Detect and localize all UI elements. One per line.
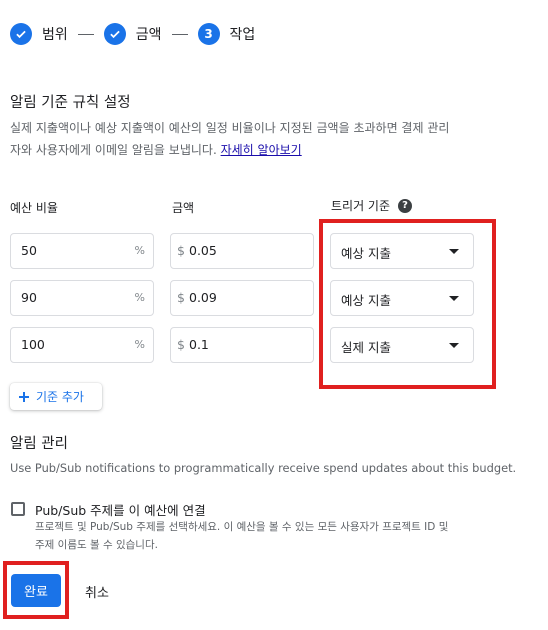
amount-value: 0.05 xyxy=(189,243,217,258)
help-line-1: 프로젝트 및 Pub/Sub 주제를 선택하세요. 이 예산을 볼 수 있는 모… xyxy=(35,521,449,533)
percent-value: 50 xyxy=(21,243,37,258)
header-trigger-label: 트리거 기준 xyxy=(331,199,391,213)
step-1-check-icon xyxy=(10,23,32,45)
step-3-label: 작업 xyxy=(229,27,256,43)
percent-input-3[interactable]: 100 % xyxy=(10,327,154,363)
description-text: 자와 사용자에게 이메일 알림을 보냅니다. xyxy=(10,143,217,157)
percent-value: 90 xyxy=(21,290,37,305)
amount-input-2[interactable]: $ 0.09 xyxy=(170,280,314,316)
step-2-check-icon xyxy=(103,23,126,45)
pubsub-description: Use Pub/Sub notifications to programmati… xyxy=(10,461,517,475)
step-divider xyxy=(171,33,188,35)
currency-prefix: $ xyxy=(177,290,185,305)
header-amount: 금액 xyxy=(172,201,195,215)
percent-input-2[interactable]: 90 % xyxy=(10,280,154,316)
alert-rules-title: 알림 기준 규칙 설정 xyxy=(10,95,131,111)
percent-input-1[interactable]: 50 % xyxy=(10,233,154,269)
description-line-1: 실제 지출액이나 예상 지출액이 예산의 일정 비율이나 지정된 금액을 초과하… xyxy=(10,121,450,135)
alert-rules-description: 실제 지출액이나 예상 지출액이 예산의 일정 비율이나 지정된 금액을 초과하… xyxy=(10,117,540,161)
percent-suffix: % xyxy=(134,291,145,304)
header-trigger: 트리거 기준 ? xyxy=(331,197,413,214)
plus-icon xyxy=(19,391,29,402)
trigger-highlight-box xyxy=(319,219,496,389)
percent-suffix: % xyxy=(134,244,145,257)
manage-notifications-title: 알림 관리 xyxy=(10,436,68,452)
cancel-button[interactable]: 취소 xyxy=(85,582,109,601)
help-icon[interactable]: ? xyxy=(398,198,413,213)
percent-suffix: % xyxy=(134,338,145,351)
amount-value: 0.1 xyxy=(189,337,209,352)
step-2-label[interactable]: 금액 xyxy=(136,24,162,44)
learn-more-link[interactable]: 자세히 알아보기 xyxy=(221,143,302,157)
stepper: 범위 금액 3 작업 xyxy=(10,22,255,46)
currency-prefix: $ xyxy=(177,337,185,352)
step-1-label[interactable]: 범위 xyxy=(42,24,68,44)
description-line-2: 자와 사용자에게 이메일 알림을 보냅니다. 자세히 알아보기 xyxy=(10,139,540,161)
pubsub-checkbox-label[interactable]: Pub/Sub 주제를 이 예산에 연결 xyxy=(35,500,206,519)
done-highlight-box xyxy=(3,561,69,619)
amount-input-3[interactable]: $ 0.1 xyxy=(170,327,314,363)
header-percent: 예산 비율 xyxy=(10,201,58,215)
amount-input-1[interactable]: $ 0.05 xyxy=(170,233,314,269)
add-criteria-button[interactable]: 기준 추가 xyxy=(10,383,102,410)
pubsub-help-text: 프로젝트 및 Pub/Sub 주제를 선택하세요. 이 예산을 볼 수 있는 모… xyxy=(35,518,540,554)
pubsub-checkbox[interactable] xyxy=(11,502,25,516)
add-criteria-label: 기준 추가 xyxy=(36,390,84,404)
amount-value: 0.09 xyxy=(189,290,217,305)
help-line-2: 주제 이름도 볼 수 있습니다. xyxy=(35,539,158,551)
step-3-number: 3 xyxy=(197,23,220,45)
currency-prefix: $ xyxy=(177,243,185,258)
percent-value: 100 xyxy=(21,337,45,352)
step-divider xyxy=(77,33,94,35)
